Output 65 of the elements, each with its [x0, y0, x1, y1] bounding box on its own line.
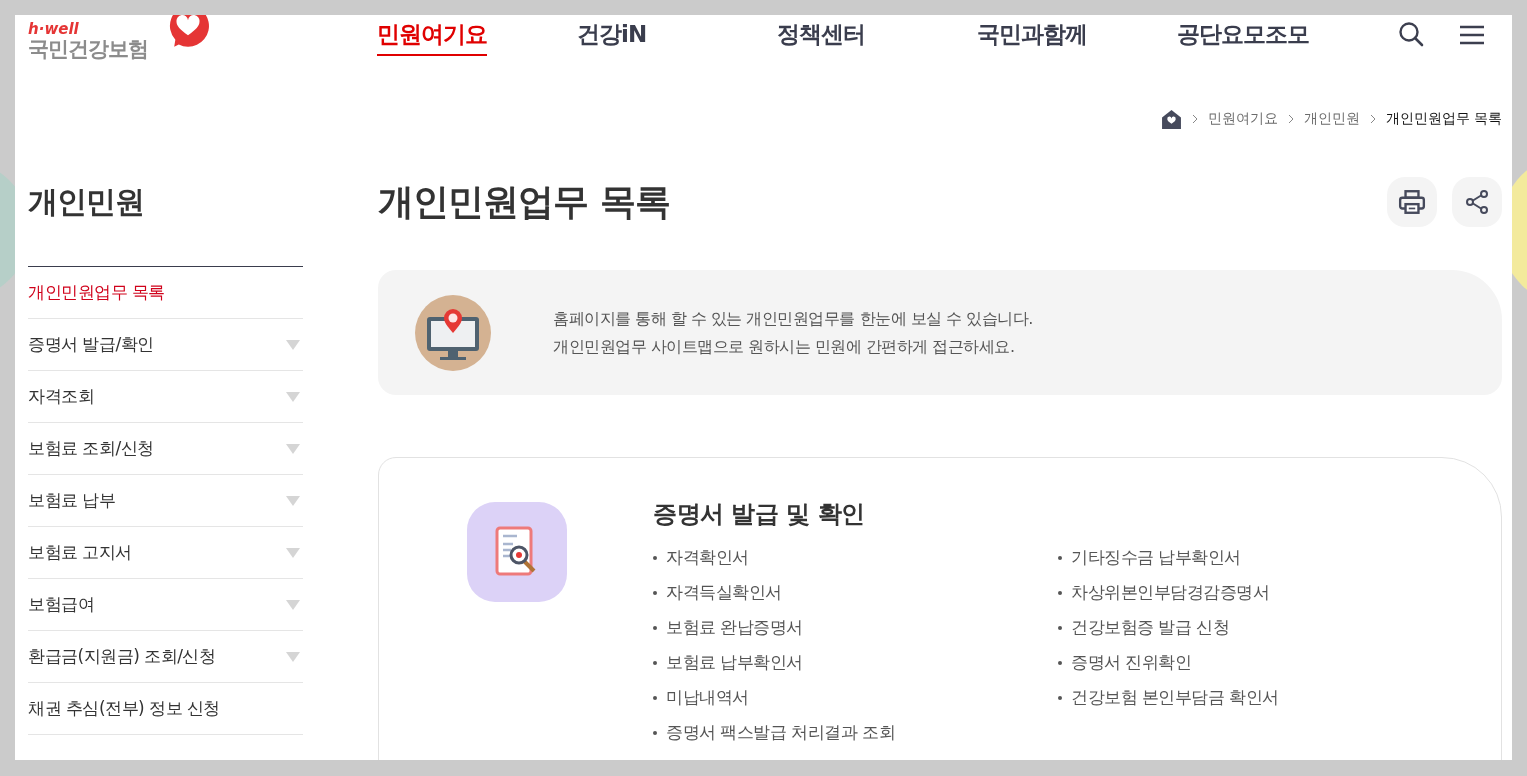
menu-icon[interactable] [1460, 25, 1484, 45]
nav-tab[interactable]: 공단요모조모 [1177, 19, 1377, 49]
bullet-icon [1058, 590, 1062, 595]
search-icon[interactable] [1398, 21, 1424, 47]
share-button[interactable] [1452, 177, 1502, 227]
dropdown-triangle-icon [286, 443, 300, 454]
bullet-icon [653, 590, 657, 595]
service-link[interactable]: 보험료 납부확인서 [666, 651, 803, 674]
dropdown-triangle-icon [286, 495, 300, 506]
breadcrumb-link[interactable]: 개인민원업무 목록 [1385, 110, 1502, 128]
breadcrumb-link[interactable]: 민원여기요 [1207, 110, 1278, 128]
bullet-icon [653, 555, 657, 560]
dropdown-triangle-icon [286, 339, 300, 350]
service-link[interactable]: 보험료 완납증명서 [666, 616, 803, 639]
share-icon [1464, 189, 1490, 215]
service-link[interactable]: 자격득실확인서 [666, 581, 782, 604]
service-link[interactable]: 차상위본인부담경감증명서 [1071, 581, 1269, 604]
sidebar-title: 개인민원 [28, 184, 145, 221]
bullet-icon [1058, 660, 1062, 665]
dropdown-triangle-icon [286, 547, 300, 558]
bullet-icon [1058, 555, 1062, 560]
page-title: 개인민원업무 목록 [378, 179, 670, 224]
sidebar-item[interactable]: 보험료 고지서 [28, 527, 303, 579]
dropdown-triangle-icon [286, 391, 300, 402]
breadcrumb-link[interactable]: 개인민원 [1303, 110, 1360, 128]
info-text: 개인민원업무 사이트맵으로 원하시는 민원에 간편하게 접근하세요. [553, 335, 1016, 358]
logo-text: 국민건강보험 [28, 37, 148, 61]
sidebar-item[interactable]: 증명서 발급/확인 [28, 319, 303, 371]
info-text: 홈페이지를 통해 할 수 있는 개인민원업무를 한눈에 보실 수 있습니다. [553, 307, 1033, 330]
bullet-icon [1058, 695, 1062, 700]
dropdown-triangle-icon [286, 651, 300, 662]
sidebar-item[interactable]: 개인민원업무 목록 [28, 267, 303, 319]
sidebar-item[interactable]: 채권 추심(전부) 정보 신청 [28, 683, 303, 735]
home-icon[interactable] [1160, 108, 1182, 130]
service-link[interactable]: 기타징수금 납부확인서 [1071, 546, 1241, 569]
printer-icon [1398, 188, 1426, 216]
print-button[interactable] [1387, 177, 1437, 227]
monitor-pin-icon [415, 294, 491, 371]
sidebar-item[interactable]: 보험료 납부 [28, 475, 303, 527]
bullet-icon [653, 660, 657, 665]
nav-tab[interactable]: 건강iN [577, 19, 777, 49]
service-link[interactable]: 증명서 팩스발급 처리결과 조회 [666, 721, 896, 744]
sidebar-item[interactable]: 보험료 조회/신청 [28, 423, 303, 475]
service-link[interactable]: 미납내역서 [666, 686, 749, 709]
sidebar-item[interactable]: 자격조회 [28, 371, 303, 423]
bullet-icon [653, 695, 657, 700]
bullet-icon [653, 625, 657, 630]
service-link[interactable]: 건강보험 본인부담금 확인서 [1071, 686, 1279, 709]
service-link[interactable]: 증명서 진위확인 [1071, 651, 1192, 674]
nav-tab[interactable]: 민원여기요 [377, 19, 577, 49]
bullet-icon [1058, 625, 1062, 630]
service-link[interactable]: 건강보험증 발급 신청 [1071, 616, 1230, 639]
chevron-icon [1191, 114, 1198, 124]
dropdown-triangle-icon [286, 599, 300, 610]
service-link[interactable]: 자격확인서 [666, 546, 749, 569]
nav-tab[interactable]: 정책센터 [777, 19, 977, 49]
sidebar-item[interactable]: 보험급여 [28, 579, 303, 631]
nav-tab[interactable]: 국민과함께 [977, 19, 1177, 49]
chevron-icon [1369, 114, 1376, 124]
logo-tagline: h·well [28, 21, 79, 37]
document-search-icon [467, 502, 567, 602]
chevron-icon [1287, 114, 1294, 124]
bullet-icon [653, 730, 657, 735]
section-title: 증명서 발급 및 확인 [653, 499, 866, 530]
sidebar-item[interactable]: 환급금(지원금) 조회/신청 [28, 631, 303, 683]
